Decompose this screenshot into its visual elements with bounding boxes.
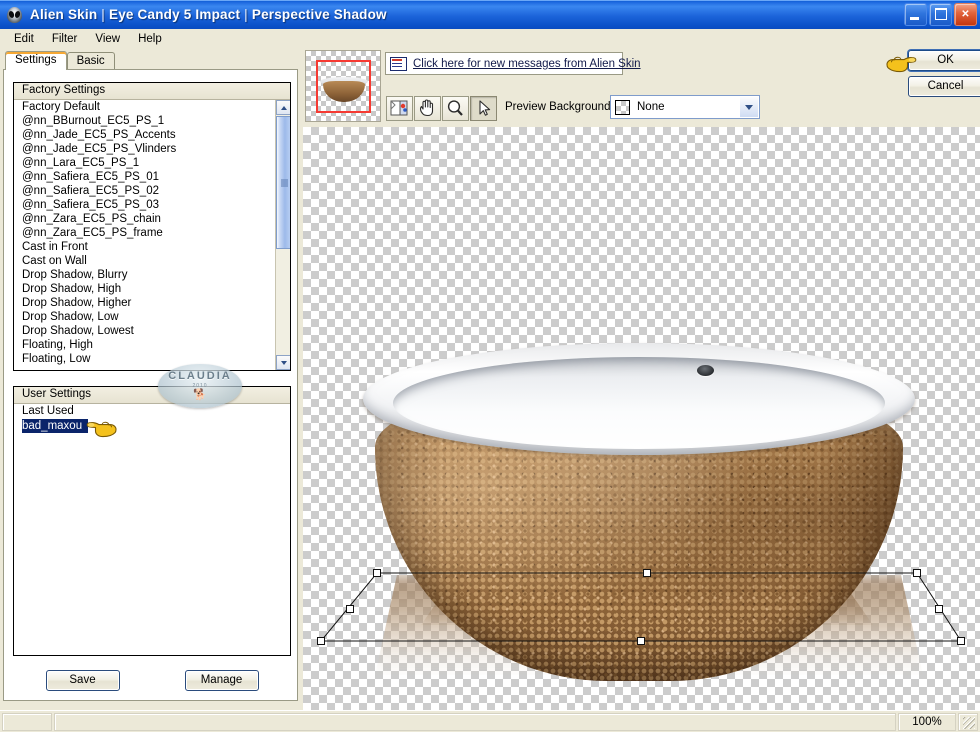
tub-drain-icon [697,365,714,376]
user-settings-listbox[interactable]: User Settings Last Used bad_maxou [13,386,291,656]
window-controls: ✕ [904,3,977,26]
factory-settings-header: Factory Settings [14,83,290,100]
navigator-thumbnail[interactable] [305,50,381,122]
title-part-filter: Perspective Shadow [251,7,387,22]
ok-button[interactable]: OK [908,50,980,71]
factory-settings-items: Factory Default @nn_BBurnout_EC5_PS_1 @n… [14,100,275,370]
scrollbar-thumb[interactable] [276,116,290,249]
cancel-button[interactable]: Cancel [908,76,980,97]
preview-background-select[interactable]: None [610,95,760,119]
menu-item-edit[interactable]: Edit [5,32,43,46]
list-item[interactable]: Drop Shadow, Blurry [14,268,275,282]
watermark-text: CLAUDIA [168,370,232,382]
zoom-magnifier-tool[interactable] [442,96,469,121]
status-resize-grip[interactable] [958,712,978,731]
list-item[interactable]: Drop Shadow, Low [14,310,275,324]
alien-head-icon [5,5,25,25]
alien-skin-message-bar[interactable]: Click here for new messages from Alien S… [385,52,641,75]
preview-toolbar [386,96,498,121]
title-part-product: Eye Candy 5 Impact [108,7,241,22]
message-envelope-icon [390,56,407,71]
list-item[interactable]: Drop Shadow, High [14,282,275,296]
list-item[interactable]: Floating, Low [14,352,275,366]
user-settings-items: Last Used bad_maxou [14,404,290,433]
preview-background-value: None [637,101,665,113]
pan-hand-tool[interactable] [414,96,441,121]
claudia-watermark: CLAUDIA 2010 🐕 [158,364,242,408]
hand-pointer-user-setting [86,417,120,439]
list-item[interactable]: Cast in Front [14,240,275,254]
list-item[interactable]: @nn_Zara_EC5_PS_frame [14,226,275,240]
settings-panel: Factory Settings Factory Default @nn_BBu… [3,69,298,701]
tab-basic[interactable]: Basic [66,52,115,70]
list-item[interactable]: Floating, High [14,338,275,352]
menu-item-help[interactable]: Help [129,32,171,46]
close-button[interactable]: ✕ [954,3,977,26]
menu-item-filter[interactable]: Filter [43,32,87,46]
menu-bar: Edit Filter View Help [0,29,980,48]
hand-pointer-ok-button [884,52,918,74]
list-item[interactable]: Cast on Wall [14,254,275,268]
list-item[interactable]: @nn_Zara_EC5_PS_chain [14,212,275,226]
arrow-select-tool[interactable] [470,96,497,121]
status-zoom-level: 100% [898,712,956,731]
list-item[interactable]: @nn_Safiera_EC5_PS_01 [14,170,275,184]
message-link-text[interactable]: Click here for new messages from Alien S… [413,58,641,70]
settings-tabstrip: Settings Basic [5,50,115,71]
status-bar: 100% [0,710,980,732]
factory-settings-scrollbar[interactable] [275,100,290,370]
perspective-shadow-preview[interactable] [303,127,980,710]
save-button[interactable]: Save [45,670,120,691]
list-item[interactable]: @nn_Safiera_EC5_PS_02 [14,184,275,198]
window-title: Alien Skin | Eye Candy 5 Impact | Perspectiv… [30,7,387,22]
list-item[interactable]: @nn_Jade_EC5_PS_Accents [14,128,275,142]
compare-before-after-tool[interactable] [386,96,413,121]
manage-button[interactable]: Manage [184,670,259,691]
list-item[interactable]: Last Used [14,404,290,418]
navigator-viewport-rect[interactable] [316,60,371,113]
list-item[interactable]: Drop Shadow, Higher [14,296,275,310]
factory-settings-listbox[interactable]: Factory Settings Factory Default @nn_BBu… [13,82,291,371]
minimize-button[interactable] [904,3,927,26]
tab-settings[interactable]: Settings [5,51,67,71]
dog-silhouette-icon: 🐕 [193,389,207,401]
preset-buttons: Save Manage [13,670,291,691]
preview-background-label: Preview Background: [505,101,614,113]
maximize-button[interactable] [929,3,952,26]
title-bar: Alien Skin | Eye Candy 5 Impact | Perspectiv… [0,0,980,29]
bathtub-object [363,343,915,693]
menu-item-view[interactable]: View [86,32,129,46]
scroll-down-button[interactable] [276,355,290,370]
status-cell-center [54,712,896,731]
tub-interior [393,357,885,449]
plugin-window: Alien Skin | Eye Candy 5 Impact | Perspectiv… [0,0,980,732]
list-item[interactable]: @nn_BBurnout_EC5_PS_1 [14,114,275,128]
list-item[interactable]: Factory Default [14,100,275,114]
chevron-down-icon[interactable] [740,97,758,117]
user-settings-header: User Settings [14,387,290,404]
list-item[interactable]: @nn_Lara_EC5_PS_1 [14,156,275,170]
checkerboard-swatch [615,99,630,115]
list-item[interactable]: Drop Shadow, Lowest [14,324,275,338]
scroll-up-button[interactable] [276,100,290,115]
list-item[interactable]: @nn_Safiera_EC5_PS_03 [14,198,275,212]
status-cell-left [2,712,52,731]
list-item-selected-wrap: bad_maxou [14,418,290,433]
title-part-vendor: Alien Skin [30,7,98,22]
list-item[interactable]: @nn_Jade_EC5_PS_Vlinders [14,142,275,156]
list-item-selected[interactable]: bad_maxou [22,419,89,433]
